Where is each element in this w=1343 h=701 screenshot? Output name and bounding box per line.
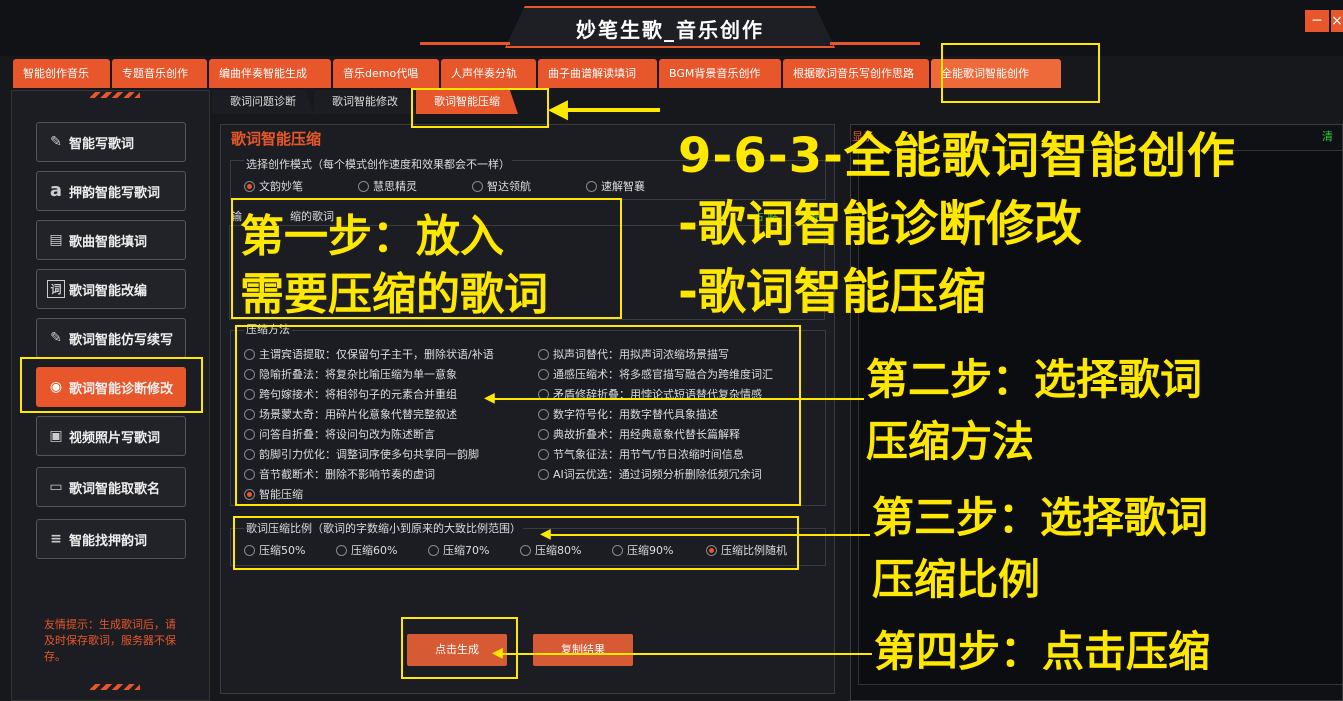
- annotation-step1-line1: 第一步：放入: [240, 211, 504, 262]
- annotation-box-step2: [235, 325, 801, 506]
- sidebar-item-label: 智能找押韵词: [69, 533, 148, 549]
- main-tab-4[interactable]: 人声伴奏分轨: [441, 59, 536, 88]
- mode-radio-2[interactable]: 智达领航: [472, 178, 531, 194]
- annotation-box-step3: [233, 516, 799, 570]
- radio-icon: [358, 180, 369, 192]
- app-window: 妙笔生歌_音乐创作 ─ × 智能创作音乐 专题音乐创作 编曲伴奏智能生成 音乐d…: [0, 0, 1343, 701]
- minimize-button[interactable]: ─: [1305, 10, 1329, 32]
- main-tab-2[interactable]: 编曲伴奏智能生成: [209, 59, 331, 88]
- app-title: 妙笔生歌_音乐创作: [576, 18, 764, 42]
- mode-radio-0[interactable]: 文韵妙笔: [244, 178, 303, 194]
- radio-icon: [472, 180, 483, 192]
- sidebar-item-write-lyrics[interactable]: ✎ 智能写歌词: [36, 122, 186, 162]
- sidebar-tip: 友情提示：生成歌词后，请及时保存歌词，服务器不保存。: [44, 618, 176, 663]
- main-tab-5[interactable]: 曲子曲谱解读填词: [538, 59, 657, 88]
- sidebar-item-song-title[interactable]: ▭ 歌词智能取歌名: [36, 467, 186, 507]
- sidebar-item-rhyme-lyrics[interactable]: a 押韵智能写歌词: [36, 171, 186, 211]
- mode-radio-3[interactable]: 速解智襄: [586, 178, 645, 194]
- annotation-heading-1: 9-6-3-全能歌词智能创作: [678, 128, 1236, 184]
- sidebar-item-find-rhymes[interactable]: ≡ 智能找押韵词: [36, 519, 186, 559]
- sliders-icon: ≡: [50, 531, 62, 547]
- word-icon: 词: [47, 280, 65, 298]
- annotation-arrow-line-4: [500, 653, 872, 655]
- main-tab-1[interactable]: 专题音乐创作: [112, 59, 207, 88]
- result-clear-link[interactable]: 清: [1322, 128, 1333, 144]
- sidebar-item-label: 押韵智能写歌词: [69, 185, 161, 201]
- close-button[interactable]: ×: [1331, 10, 1343, 32]
- sub-tab-modify[interactable]: 歌词智能修改: [314, 90, 416, 114]
- main-tabs: 智能创作音乐 专题音乐创作 编曲伴奏智能生成 音乐demo代唱 人声伴奏分轨 曲…: [13, 59, 1061, 88]
- sidebar-item-label: 视频照片写歌词: [69, 430, 161, 446]
- sidebar-item-imitate-lyrics[interactable]: ✎ 歌词智能仿写续写: [36, 318, 186, 358]
- annotation-step3-line2: 压缩比例: [872, 555, 1041, 604]
- image-icon: ▣: [49, 428, 63, 444]
- sidebar-stripes-top: [90, 92, 140, 98]
- sidebar-item-label: 歌词智能仿写续写: [69, 332, 174, 348]
- main-tab-3[interactable]: 音乐demo代唱: [333, 59, 439, 88]
- annotation-box-main-tab: [941, 43, 1100, 103]
- panel-title: 歌词智能压缩: [231, 130, 322, 148]
- main-tab-0[interactable]: 智能创作音乐: [13, 59, 110, 88]
- sidebar-item-label: 歌词智能改编: [69, 283, 148, 299]
- annotation-arrow-line-3: [548, 534, 870, 536]
- annotation-arrow-head-3: ◀: [540, 526, 551, 542]
- annotation-box-sub-tab: [411, 88, 549, 128]
- list-icon: ▭: [49, 479, 63, 495]
- sub-tab-diagnose[interactable]: 歌词问题诊断: [212, 90, 314, 114]
- title-deco-right: [830, 42, 920, 45]
- sidebar-item-label: 智能写歌词: [69, 136, 135, 152]
- sidebar-item-adapt-lyrics[interactable]: 词 歌词智能改编: [36, 269, 186, 309]
- radio-icon: [586, 180, 597, 192]
- annotation-arrow-line-1: [560, 108, 660, 112]
- sidebar-stripes-bottom: [90, 684, 140, 690]
- annotation-step2-line1: 第二步：选择歌词: [866, 355, 1203, 404]
- annotation-heading-2: -歌词智能诊断修改: [678, 196, 1082, 252]
- main-tab-7[interactable]: 根据歌词音乐写创作思路: [783, 59, 929, 88]
- document-icon: ▤: [49, 232, 63, 248]
- annotation-arrow-head-4: ◀: [492, 645, 503, 661]
- sidebar-item-fill-lyrics[interactable]: ▤ 歌曲智能填词: [36, 220, 186, 260]
- main-tab-6[interactable]: BGM背景音乐创作: [659, 59, 781, 88]
- radio-icon: [244, 180, 255, 192]
- pencil-icon: ✎: [50, 330, 62, 346]
- title-deco-left: [420, 42, 510, 45]
- mode-label: 选择创作模式（每个模式创作速度和效果都会不一样）: [244, 156, 512, 172]
- annotation-step3-line1: 第三步：选择歌词: [872, 493, 1209, 542]
- letter-a-icon: a: [49, 180, 63, 201]
- annotation-arrow-head-1: ◀: [548, 94, 568, 124]
- annotation-box-sidebar: [20, 357, 203, 413]
- sidebar-item-video-lyrics[interactable]: ▣ 视频照片写歌词: [36, 416, 186, 456]
- annotation-heading-3: -歌词智能压缩: [678, 264, 986, 320]
- copy-result-button[interactable]: 复制结果: [533, 634, 633, 666]
- annotation-step2-line2: 压缩方法: [866, 417, 1035, 466]
- annotation-step4: 第四步：点击压缩: [874, 627, 1211, 676]
- sidebar-item-label: 歌词智能取歌名: [69, 481, 161, 497]
- annotation-arrow-head-2: ◀: [484, 390, 495, 406]
- annotation-arrow-line-2: [492, 398, 864, 400]
- pen-icon: ✎: [50, 134, 62, 150]
- sidebar-item-label: 歌曲智能填词: [69, 234, 148, 250]
- annotation-step1-line2: 需要压缩的歌词: [240, 269, 548, 320]
- mode-radio-1[interactable]: 慧思精灵: [358, 178, 417, 194]
